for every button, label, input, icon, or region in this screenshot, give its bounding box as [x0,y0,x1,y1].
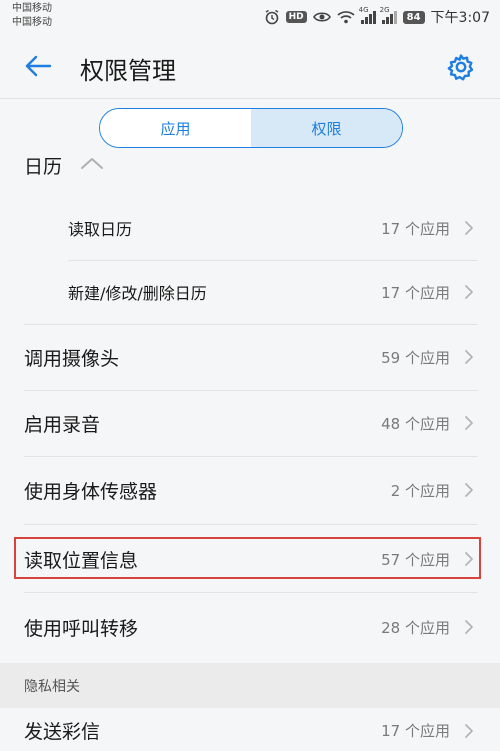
calendar-header-label: 日历 [24,155,63,178]
status-bar: 中国移动 中国移动 HD 4G 2G 84 下午3:07 [0,0,500,34]
chevron-right-icon [465,620,473,634]
app-count: 17 个应用 [381,283,450,302]
carrier-label-2: 中国移动 [12,17,52,28]
clock: 下午3:07 [430,10,490,26]
chevron-up-icon [81,158,103,169]
status-icons: HD 4G 2G 84 下午3:07 [264,6,490,27]
signal-icon-2: 2G [380,6,397,24]
list-item-body-sensors[interactable]: 使用身体传感器 2 个应用 [0,456,500,524]
list-item-microphone[interactable]: 启用录音 48 个应用 [0,390,500,456]
section-title: 隐私相关 [24,679,80,695]
list-item-label: 读取日历 [68,220,133,239]
list-item-label: 新建/修改/删除日历 [68,284,207,303]
signal-icon-1: 4G [359,6,376,24]
list-item-label: 发送彩信 [24,721,101,743]
settings-button[interactable] [443,49,479,85]
app-count: 48 个应用 [381,414,450,433]
app-count: 17 个应用 [381,722,450,740]
list-item-call-forwarding[interactable]: 使用呼叫转移 28 个应用 [0,594,500,660]
list-item-label: 使用呼叫转移 [24,617,139,640]
network-type-1: 4G [358,6,369,14]
app-count: 2 个应用 [390,481,450,500]
list-item-label: 使用身体传感器 [24,480,158,503]
back-arrow-icon [25,55,52,77]
gear-icon [447,54,474,81]
list-item-camera[interactable]: 调用摄像头 59 个应用 [0,324,500,390]
wifi-icon [337,10,355,24]
divider [24,592,478,593]
highlight-box [14,537,481,579]
eye-comfort-icon [312,10,331,24]
list-item-send-mms[interactable]: 发送彩信 17 个应用 [0,710,500,751]
battery-icon: 84 [402,10,425,24]
app-count: 59 个应用 [381,348,450,367]
chevron-right-icon [465,350,473,364]
chevron-right-icon [465,723,473,738]
divider [24,524,478,525]
chevron-right-icon [465,416,473,430]
app-count: 28 个应用 [381,618,450,637]
back-button[interactable] [20,50,56,82]
carrier-label-1: 中国移动 [12,3,52,14]
list-item-edit-calendar[interactable]: 新建/修改/删除日历 17 个应用 [0,260,500,324]
chevron-right-icon [465,483,473,497]
network-type-2: 2G [379,6,390,14]
chevron-right-icon [465,285,473,299]
calendar-group-header[interactable]: 日历 [0,146,500,184]
alarm-icon [264,9,280,25]
tab-app[interactable]: 应用 [100,109,251,147]
toolbar: 权限管理 [0,34,500,98]
list-item-read-calendar[interactable]: 读取日历 17 个应用 [0,196,500,260]
toolbar-divider [0,98,500,99]
chevron-right-icon [465,221,473,235]
app-count: 17 个应用 [381,219,450,238]
page-title: 权限管理 [80,57,176,85]
list-item-label: 调用摄像头 [24,347,120,370]
segmented-control: 应用 权限 [99,108,403,148]
tab-permission[interactable]: 权限 [251,109,402,147]
list-item-label: 启用录音 [24,413,101,436]
hd-icon: HD [285,11,307,23]
